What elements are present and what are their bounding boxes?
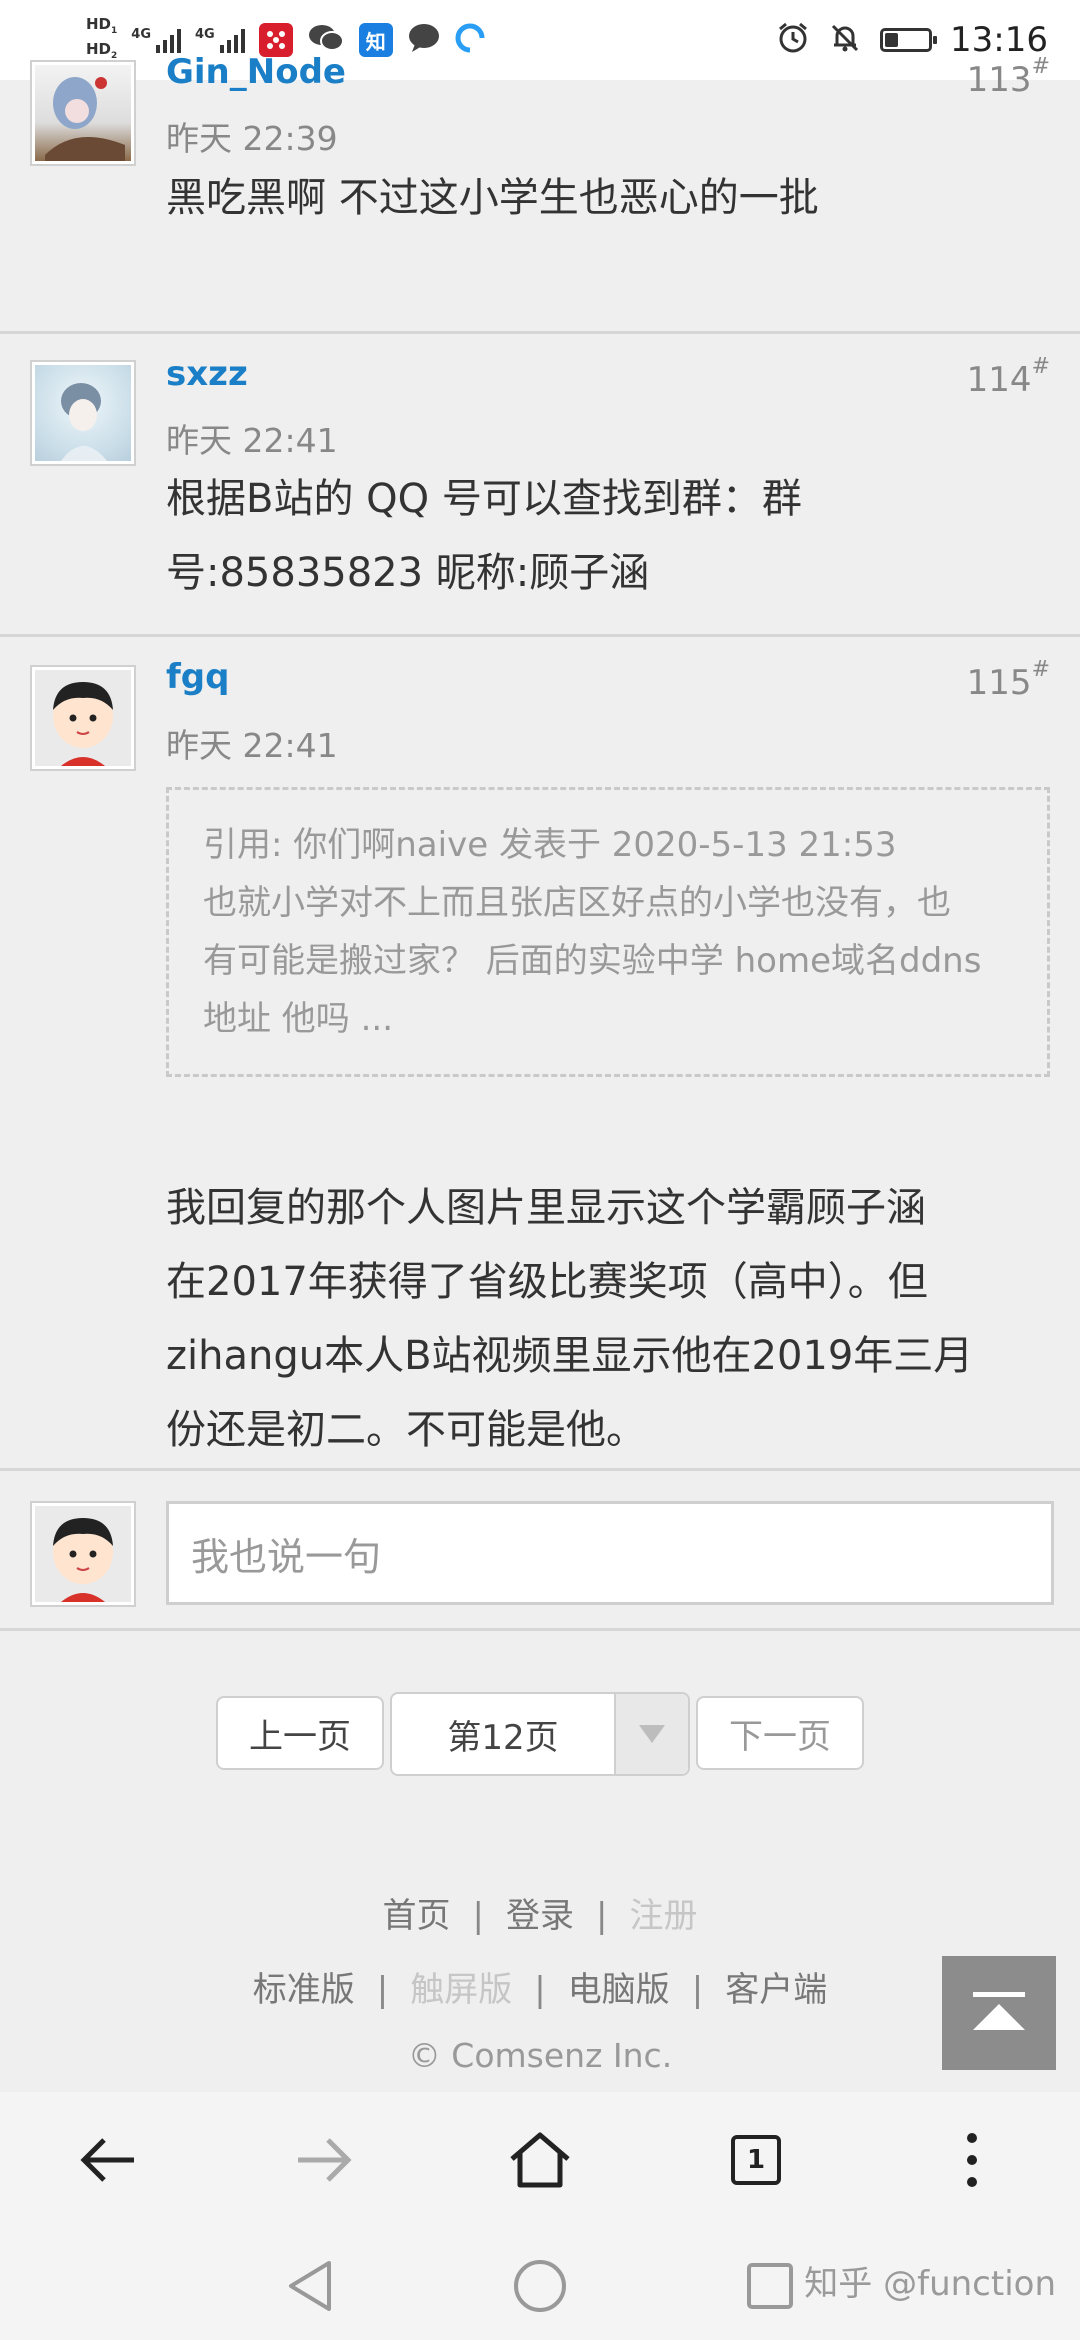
footer-link-touch[interactable]: 触屏版: [410, 1970, 512, 2010]
post-floor-number: 114#: [966, 354, 1050, 400]
back-to-top-button[interactable]: [942, 1956, 1056, 2070]
post-text-line: 在2017年获得了省级比赛奖项（高中）。但: [166, 1259, 928, 1305]
separator: |: [691, 1970, 704, 2010]
post-floor-number: 115#: [966, 657, 1050, 703]
post-text-line: 根据B站的 QQ 号可以查找到群：群: [166, 476, 802, 522]
post-username[interactable]: Gin_Node: [166, 52, 346, 92]
home-icon: [510, 2132, 570, 2188]
system-nav-bar: 知乎 @function: [0, 2228, 1080, 2340]
menu-button[interactable]: [918, 2106, 1026, 2214]
footer-links-row1: 首页 | 登录 | 注册: [0, 1888, 1080, 1937]
circle-home-icon: [514, 2260, 566, 2312]
post-text-line: zihangu本人B站视频里显示他在2019年三月: [166, 1333, 974, 1379]
footer-link-register[interactable]: 注册: [629, 1896, 697, 1936]
page-select-label: 第12页: [447, 1717, 559, 1758]
quote-line: 地址 他吗 ...: [203, 999, 394, 1039]
system-recents-button[interactable]: [740, 2256, 800, 2316]
post-text: 黑吃黑啊 不过这小学生也恶心的一批: [166, 175, 819, 221]
footer-link-client[interactable]: 客户端: [725, 1970, 827, 2010]
tabs-button[interactable]: 1: [702, 2106, 810, 2214]
separator: |: [596, 1896, 608, 1936]
avatar[interactable]: [30, 60, 136, 166]
triangle-back-icon: [289, 2261, 331, 2311]
reply-input[interactable]: 我也说一句: [166, 1501, 1054, 1605]
tabs-icon: 1: [731, 2135, 781, 2185]
separator: |: [472, 1896, 484, 1936]
footer-link-login[interactable]: 登录: [506, 1896, 574, 1936]
prev-page-button[interactable]: 上一页: [216, 1696, 384, 1770]
square-recents-icon: [747, 2263, 793, 2309]
avatar[interactable]: [30, 665, 136, 771]
quote-block: 引用: 你们啊naive 发表于 2020-5-13 21:53 也就小学对不上…: [166, 787, 1050, 1077]
footer-link-home[interactable]: 首页: [383, 1896, 451, 1936]
post-username[interactable]: fgq: [166, 657, 229, 697]
post-text-line: 我回复的那个人图片里显示这个学霸顾子涵: [166, 1185, 926, 1231]
post-114: sxzz 114# 昨天 22:41 根据B站的 QQ 号可以查找到群：群 号:…: [0, 334, 1080, 637]
forward-button[interactable]: [270, 2106, 378, 2214]
post-time: 昨天 22:41: [166, 726, 338, 765]
post-text-line: 份还是初二。不可能是他。: [166, 1407, 646, 1453]
post-115: fgq 115# 昨天 22:41 引用: 你们啊naive 发表于 2020-…: [0, 637, 1080, 1471]
more-vertical-icon: [967, 2133, 977, 2187]
footer-link-desktop[interactable]: 电脑版: [568, 1970, 670, 2010]
arrow-right-icon: [298, 2138, 352, 2182]
arrow-left-icon: [80, 2138, 134, 2182]
quote-line: 也就小学对不上而且张店区好点的小学也没有，也: [203, 883, 951, 923]
post-113: Gin_Node 113# 昨天 22:39 黑吃黑啊 不过这小学生也恶心的一批: [0, 0, 1080, 334]
post-time: 昨天 22:39: [166, 119, 338, 158]
avatar[interactable]: [30, 360, 136, 466]
back-button[interactable]: [54, 2106, 162, 2214]
dropdown-arrow-icon: [614, 1694, 688, 1774]
page-select[interactable]: 第12页: [390, 1692, 690, 1776]
post-text-line: 号:85835823 昵称:顾子涵: [166, 550, 650, 596]
post-text: 我回复的那个人图片里显示这个学霸顾子涵 在2017年获得了省级比赛奖项（高中）。…: [166, 1171, 1050, 1467]
system-home-button[interactable]: [510, 2256, 570, 2316]
footer-link-standard[interactable]: 标准版: [253, 1970, 355, 2010]
my-avatar: [30, 1501, 136, 1607]
system-back-button[interactable]: [280, 2256, 340, 2316]
post-text: 根据B站的 QQ 号可以查找到群：群 号:85835823 昵称:顾子涵: [166, 462, 1050, 610]
home-button[interactable]: [486, 2106, 594, 2214]
post-time: 昨天 22:41: [166, 421, 338, 460]
browser-toolbar: 1: [0, 2092, 1080, 2228]
footer-links-row2: 标准版 | 触屏版 | 电脑版 | 客户端: [0, 1962, 1080, 2011]
quote-line: 引用: 你们啊naive 发表于 2020-5-13 21:53: [203, 825, 897, 865]
watermark: 知乎 @function: [804, 2264, 1056, 2304]
post-floor-number: 113#: [966, 54, 1050, 100]
separator: |: [376, 1970, 389, 2010]
reply-bar: 我也说一句: [0, 1471, 1080, 1631]
back-to-top-icon: [973, 1992, 1025, 2030]
quote-line: 有可能是搬过家？ 后面的实验中学 home域名ddns: [203, 941, 982, 981]
copyright: © Comsenz Inc.: [407, 2036, 673, 2075]
tab-count: 1: [746, 2145, 766, 2175]
post-username[interactable]: sxzz: [166, 354, 248, 394]
separator: |: [534, 1970, 546, 2010]
next-page-button[interactable]: 下一页: [696, 1696, 864, 1770]
